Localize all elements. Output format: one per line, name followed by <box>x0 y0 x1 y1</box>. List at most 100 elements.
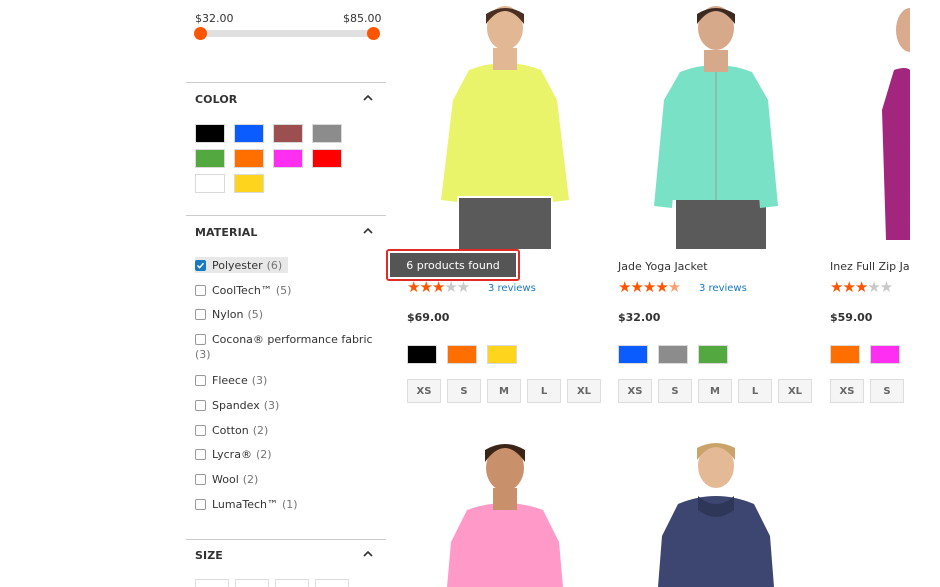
color-swatch[interactable] <box>312 149 342 168</box>
divider <box>186 215 386 216</box>
material-label: Cocona® performance fabric <box>212 332 373 346</box>
product-color-swatch[interactable] <box>407 345 437 364</box>
size-m-button[interactable]: M <box>698 379 732 403</box>
checkbox[interactable] <box>195 284 206 296</box>
star-rating: ★★★★★ <box>618 280 681 295</box>
material-option-fleece[interactable]: Fleece (3) <box>195 372 267 388</box>
size-l-button[interactable]: L <box>738 379 772 403</box>
material-label: Lycra® <box>212 447 252 461</box>
material-label: Polyester <box>212 258 263 272</box>
size-option[interactable] <box>315 579 349 587</box>
material-option-cocona[interactable]: Cocona® performance fabric <box>195 331 373 347</box>
price-max-label: $85.00 <box>343 12 382 25</box>
material-option-cotton[interactable]: Cotton (2) <box>195 422 268 438</box>
material-label: Nylon <box>212 307 244 321</box>
product-color-swatch[interactable] <box>487 345 517 364</box>
size-option[interactable] <box>275 579 309 587</box>
product-price: $32.00 <box>618 311 661 324</box>
material-count: (3) <box>251 373 268 387</box>
size-filter-title[interactable]: SIZE <box>195 549 223 562</box>
material-option-nylon[interactable]: Nylon (5) <box>195 306 263 322</box>
color-swatch[interactable] <box>195 124 225 143</box>
product-image[interactable] <box>618 432 814 587</box>
material-count: (5) <box>275 283 292 297</box>
product-color-swatch[interactable] <box>870 345 900 364</box>
product-color-swatch[interactable] <box>830 345 860 364</box>
size-xs-button[interactable]: XS <box>830 379 864 403</box>
checkbox[interactable] <box>195 448 206 460</box>
product-name[interactable]: Inez Full Zip Jacket <box>830 260 910 273</box>
material-label: Fleece <box>212 373 248 387</box>
material-option-spandex[interactable]: Spandex (3) <box>195 397 279 413</box>
product-image[interactable] <box>407 0 603 249</box>
checkbox[interactable] <box>195 498 206 510</box>
product-color-swatch[interactable] <box>698 345 728 364</box>
material-label: Wool <box>212 472 239 486</box>
material-option-cooltech[interactable]: CoolTech™ (5) <box>195 282 291 298</box>
material-filter-title[interactable]: MATERIAL <box>195 226 258 239</box>
size-xl-button[interactable]: XL <box>567 379 601 403</box>
material-label: Spandex <box>212 398 260 412</box>
material-count: (1) <box>282 497 298 511</box>
material-label: CoolTech™ <box>212 283 272 297</box>
size-s-button[interactable]: S <box>447 379 481 403</box>
price-slider-min-handle[interactable] <box>194 27 207 40</box>
size-xs-button[interactable]: XS <box>407 379 441 403</box>
product-name[interactable]: Jade Yoga Jacket <box>618 260 708 273</box>
material-option-polyester[interactable]: Polyester (6) <box>195 257 289 273</box>
chevron-up-icon[interactable] <box>362 92 374 104</box>
color-swatch[interactable] <box>234 174 264 193</box>
checkbox[interactable] <box>195 399 206 411</box>
price-min-label: $32.00 <box>195 12 234 25</box>
divider <box>186 539 386 540</box>
material-option-lycra[interactable]: Lycra® (2) <box>195 446 272 462</box>
product-price: $69.00 <box>407 311 450 324</box>
chevron-up-icon[interactable] <box>362 548 374 560</box>
color-swatch[interactable] <box>312 124 342 143</box>
checkbox[interactable] <box>195 473 206 485</box>
highlight-box <box>386 249 520 281</box>
size-xl-button[interactable]: XL <box>778 379 812 403</box>
rating-stars-1: ★★★★★ <box>407 278 470 296</box>
size-s-button[interactable]: S <box>870 379 904 403</box>
size-xs-button[interactable]: XS <box>618 379 652 403</box>
checkbox[interactable] <box>195 308 206 320</box>
color-swatch[interactable] <box>234 149 264 168</box>
size-s-button[interactable]: S <box>658 379 692 403</box>
size-option[interactable] <box>195 579 229 587</box>
product-color-swatch[interactable] <box>447 345 477 364</box>
size-l-button[interactable]: L <box>527 379 561 403</box>
color-swatch[interactable] <box>273 124 303 143</box>
material-count: (6) <box>266 258 283 272</box>
divider <box>186 82 386 83</box>
product-color-swatch[interactable] <box>658 345 688 364</box>
reviews-link[interactable]: 3 reviews <box>488 283 536 294</box>
size-m-button[interactable]: M <box>487 379 521 403</box>
color-swatch[interactable] <box>273 149 303 168</box>
color-filter-title[interactable]: COLOR <box>195 93 237 106</box>
material-option-wool[interactable]: Wool (2) <box>195 471 258 487</box>
checkbox-checked[interactable] <box>195 259 206 271</box>
price-slider-max-handle[interactable] <box>367 27 380 40</box>
material-option-lumatech[interactable]: LumaTech™ (1) <box>195 496 298 512</box>
price-slider-track[interactable] <box>200 30 373 37</box>
checkbox[interactable] <box>195 333 206 345</box>
checkbox[interactable] <box>195 374 206 386</box>
product-image[interactable] <box>407 432 603 587</box>
color-swatch[interactable] <box>234 124 264 143</box>
reviews-link[interactable]: 3 reviews <box>699 283 747 294</box>
material-count: (2) <box>242 472 259 486</box>
checkbox[interactable] <box>195 424 206 436</box>
color-swatch[interactable] <box>195 174 225 193</box>
rating-stars-3: ★★★★★ <box>830 278 893 296</box>
product-image[interactable] <box>618 0 814 249</box>
material-count: (3) <box>195 348 211 361</box>
size-option[interactable] <box>235 579 269 587</box>
chevron-up-icon[interactable] <box>362 225 374 237</box>
star-rating: ★★★★★ <box>830 278 893 296</box>
product-image[interactable] <box>830 0 910 249</box>
color-swatch[interactable] <box>195 149 225 168</box>
material-label: LumaTech™ <box>212 497 278 511</box>
product-color-swatch[interactable] <box>618 345 648 364</box>
star-rating: ★★★★★ <box>407 278 470 296</box>
